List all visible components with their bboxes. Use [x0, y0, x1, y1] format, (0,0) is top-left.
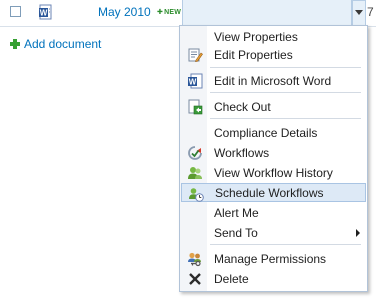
delete-icon [189, 273, 201, 285]
menu-item-view-properties[interactable]: View Properties [181, 27, 366, 46]
menu-item-delete[interactable]: Delete [181, 269, 366, 288]
menu-item-label: Compliance Details [214, 126, 318, 140]
add-document-link[interactable]: Add document [10, 37, 101, 51]
svg-text:W: W [40, 9, 48, 18]
menu-item-label: Edit in Microsoft Word [214, 74, 332, 88]
menu-item-compliance-details[interactable]: Compliance Details [181, 123, 366, 142]
document-row[interactable]: W May 2010 ✚NEW 7 [0, 0, 376, 27]
menu-item-send-to[interactable]: Send To [181, 223, 366, 242]
check-out-icon [188, 99, 203, 115]
svg-text:W: W [189, 78, 197, 87]
next-column-edge-text: 7 [367, 5, 374, 19]
menu-item-label: Manage Permissions [214, 252, 327, 266]
menu-separator [210, 244, 361, 245]
menu-item-label: Delete [214, 272, 249, 286]
workflow-history-icon [188, 167, 202, 179]
menu-item-alert-me[interactable]: Alert Me [181, 203, 366, 222]
menu-item-workflows[interactable]: Workflows [181, 143, 366, 162]
submenu-arrow-icon [356, 229, 360, 237]
new-badge-text: NEW [164, 9, 182, 16]
word-document-icon: W [39, 4, 52, 20]
context-menu: View Properties Edit Properties W Edit i… [179, 25, 368, 292]
schedule-workflows-icon [189, 188, 204, 202]
word-icon: W [188, 73, 203, 89]
menu-item-label: Alert Me [214, 206, 259, 220]
menu-item-label: Schedule Workflows [215, 186, 324, 200]
menu-item-label: View Workflow History [214, 166, 333, 180]
document-name-link[interactable]: May 2010 [98, 5, 151, 19]
menu-item-label: Workflows [214, 146, 270, 160]
add-plus-icon [10, 39, 20, 49]
context-menu-dropdown-button[interactable] [352, 0, 366, 26]
manage-permissions-icon [188, 252, 201, 267]
workflows-icon [188, 146, 202, 160]
name-cell-hover [182, 0, 352, 26]
new-plus-icon: ✚ [157, 9, 164, 16]
menu-item-schedule-workflows[interactable]: Schedule Workflows [181, 183, 366, 202]
menu-item-label: Check Out [214, 100, 271, 114]
row-checkbox[interactable] [10, 6, 21, 17]
menu-item-view-workflow-history[interactable]: View Workflow History [181, 163, 366, 182]
add-document-label[interactable]: Add document [24, 37, 101, 51]
menu-item-check-out[interactable]: Check Out [181, 97, 366, 116]
menu-item-edit-in-word[interactable]: W Edit in Microsoft Word [181, 71, 366, 90]
menu-item-label: View Properties [214, 30, 298, 44]
menu-item-label: Edit Properties [214, 48, 293, 62]
chevron-down-icon [355, 10, 363, 15]
edit-properties-icon [188, 48, 203, 62]
menu-item-label: Send To [214, 226, 258, 240]
new-badge: ✚NEW [157, 8, 181, 16]
menu-separator [210, 67, 361, 68]
menu-separator [210, 92, 361, 93]
menu-item-edit-properties[interactable]: Edit Properties [181, 45, 366, 64]
menu-separator [210, 118, 361, 119]
menu-item-manage-permissions[interactable]: Manage Permissions [181, 249, 366, 268]
